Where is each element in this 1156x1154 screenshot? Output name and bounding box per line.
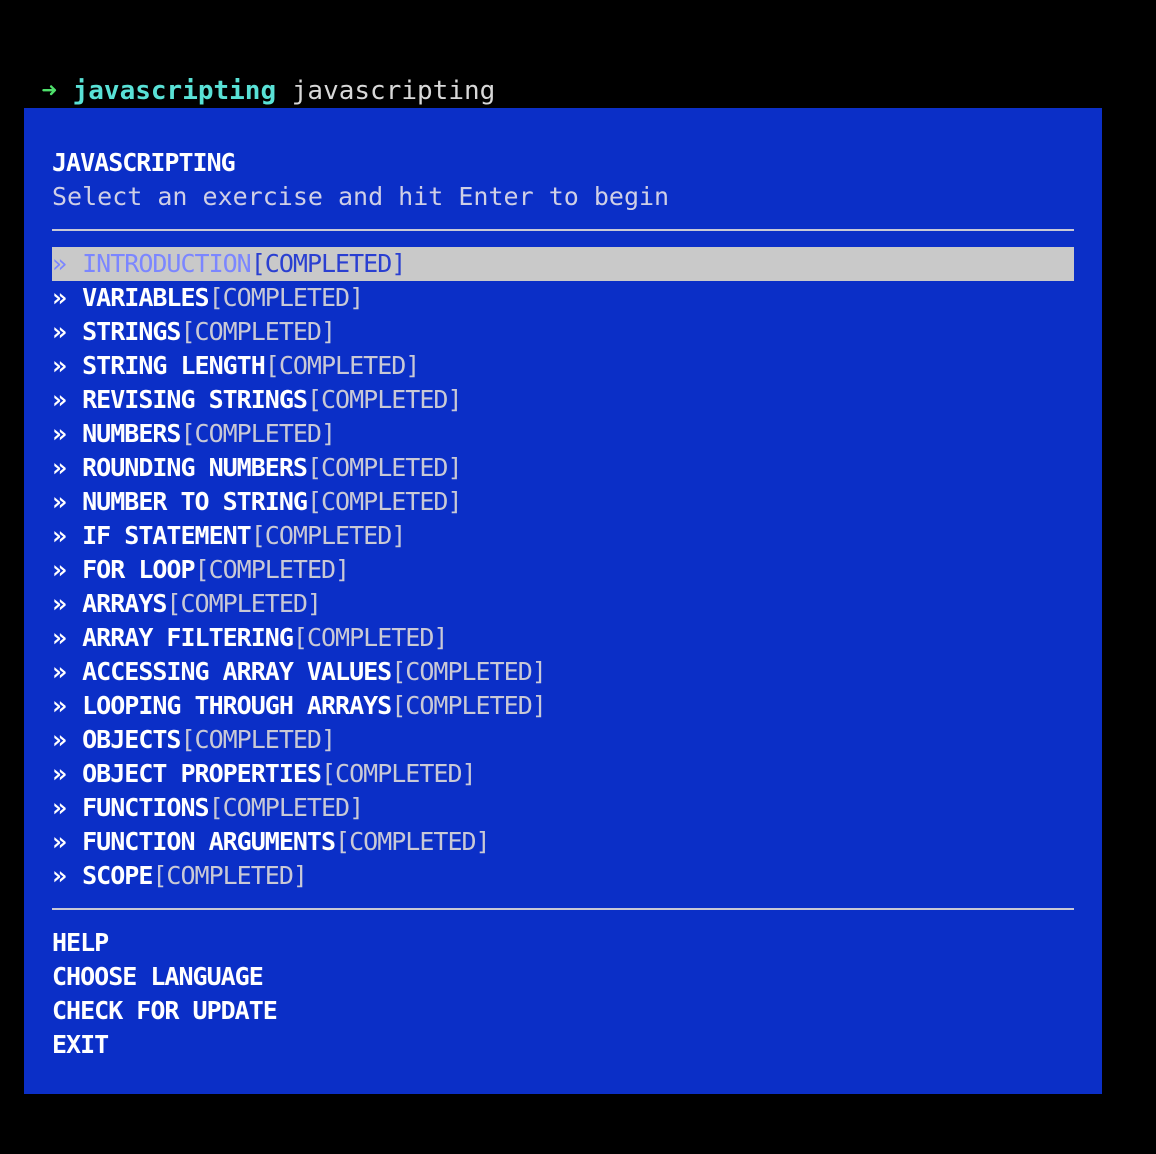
exercise-name: IF STATEMENT bbox=[82, 521, 252, 550]
exercise-item[interactable]: » FOR LOOP[COMPLETED] bbox=[52, 553, 1074, 587]
bullet-icon: » bbox=[52, 759, 83, 788]
exercise-item[interactable]: » REVISING STRINGS[COMPLETED] bbox=[52, 383, 1074, 417]
exercise-item[interactable]: » ARRAY FILTERING[COMPLETED] bbox=[52, 621, 1074, 655]
bullet-icon: » bbox=[52, 283, 83, 312]
exercise-item[interactable]: » INTRODUCTION[COMPLETED] bbox=[52, 247, 1074, 281]
exercise-name: REVISING STRINGS bbox=[82, 385, 308, 414]
menu-subtitle: Select an exercise and hit Enter to begi… bbox=[52, 182, 670, 211]
exercise-status: [COMPLETED] bbox=[194, 555, 351, 584]
menu-title: JAVASCRIPTING bbox=[52, 148, 236, 177]
bullet-icon: » bbox=[52, 419, 83, 448]
bullet-icon: » bbox=[52, 861, 83, 890]
footer-choose-language[interactable]: CHOOSE LANGUAGE bbox=[52, 960, 1074, 994]
footer-check-for-update[interactable]: CHECK FOR UPDATE bbox=[52, 994, 1074, 1028]
bullet-icon: » bbox=[52, 487, 83, 516]
exercise-item[interactable]: » VARIABLES[COMPLETED] bbox=[52, 281, 1074, 315]
exercise-item[interactable]: » LOOPING THROUGH ARRAYS[COMPLETED] bbox=[52, 689, 1074, 723]
exercise-name: INTRODUCTION bbox=[82, 249, 252, 278]
shell-prompt: ➜ javascripting javascripting bbox=[10, 40, 495, 106]
prompt-cwd: javascripting bbox=[72, 76, 277, 106]
exercise-name: OBJECTS bbox=[82, 725, 181, 754]
exercise-item[interactable]: » STRINGS[COMPLETED] bbox=[52, 315, 1074, 349]
bullet-icon: » bbox=[52, 827, 83, 856]
exercise-status: [COMPLETED] bbox=[250, 521, 407, 550]
exercise-name: STRINGS bbox=[82, 317, 181, 346]
top-divider bbox=[52, 229, 1074, 231]
exercise-name: ARRAY FILTERING bbox=[82, 623, 294, 652]
bullet-icon: » bbox=[52, 385, 83, 414]
exercise-status: [COMPLETED] bbox=[391, 691, 547, 720]
exercise-status: [COMPLETED] bbox=[292, 623, 449, 652]
exercise-status: [COMPLETED] bbox=[306, 487, 463, 516]
exercise-name: FUNCTION ARGUMENTS bbox=[82, 827, 336, 856]
exercise-status: [COMPLETED] bbox=[166, 589, 322, 618]
bullet-icon: » bbox=[52, 317, 83, 346]
exercise-status: [COMPLETED] bbox=[180, 317, 336, 346]
exercise-status: [COMPLETED] bbox=[208, 283, 365, 312]
bullet-icon: » bbox=[52, 657, 83, 686]
bullet-icon: » bbox=[52, 793, 83, 822]
exercise-name: ACCESSING ARRAY VALUES bbox=[82, 657, 392, 686]
exercise-status: [COMPLETED] bbox=[180, 725, 336, 754]
exercise-name: FOR LOOP bbox=[82, 555, 195, 584]
exercise-name: VARIABLES bbox=[82, 283, 209, 312]
exercise-item[interactable]: » STRING LENGTH[COMPLETED] bbox=[52, 349, 1074, 383]
exercise-name: FUNCTIONS bbox=[82, 793, 209, 822]
exercise-item[interactable]: » OBJECT PROPERTIES[COMPLETED] bbox=[52, 757, 1074, 791]
exercise-name: LOOPING THROUGH ARRAYS bbox=[82, 691, 392, 720]
exercise-name: ARRAYS bbox=[82, 589, 167, 618]
bullet-icon: » bbox=[52, 623, 83, 652]
exercise-item[interactable]: » ACCESSING ARRAY VALUES[COMPLETED] bbox=[52, 655, 1074, 689]
exercise-status: [COMPLETED] bbox=[306, 453, 463, 482]
exercise-item[interactable]: » IF STATEMENT[COMPLETED] bbox=[52, 519, 1074, 553]
exercise-status: [COMPLETED] bbox=[264, 351, 421, 380]
exercise-name: NUMBER TO STRING bbox=[82, 487, 308, 516]
exercise-name: SCOPE bbox=[82, 861, 153, 890]
bullet-icon: » bbox=[52, 725, 83, 754]
exercise-item[interactable]: » ROUNDING NUMBERS[COMPLETED] bbox=[52, 451, 1074, 485]
bullet-icon: » bbox=[52, 249, 83, 278]
exercise-name: ROUNDING NUMBERS bbox=[82, 453, 308, 482]
menu-content: JAVASCRIPTING Select an exercise and hit… bbox=[52, 146, 1074, 1062]
exercise-status: [COMPLETED] bbox=[250, 249, 407, 278]
bottom-divider bbox=[52, 908, 1074, 910]
exercise-status: [COMPLETED] bbox=[320, 759, 477, 788]
exercise-list: » INTRODUCTION[COMPLETED]» VARIABLES[COM… bbox=[52, 247, 1074, 893]
footer-exit[interactable]: EXIT bbox=[52, 1028, 1074, 1062]
exercise-item[interactable]: » NUMBER TO STRING[COMPLETED] bbox=[52, 485, 1074, 519]
exercise-status: [COMPLETED] bbox=[306, 385, 463, 414]
exercise-status: [COMPLETED] bbox=[152, 861, 308, 890]
bullet-icon: » bbox=[52, 589, 83, 618]
bullet-icon: » bbox=[52, 453, 83, 482]
exercise-item[interactable]: » NUMBERS[COMPLETED] bbox=[52, 417, 1074, 451]
exercise-status: [COMPLETED] bbox=[335, 827, 491, 856]
bullet-icon: » bbox=[52, 555, 83, 584]
exercise-item[interactable]: » FUNCTION ARGUMENTS[COMPLETED] bbox=[52, 825, 1074, 859]
footer-menu: HELP CHOOSE LANGUAGE CHECK FOR UPDATE EXIT bbox=[52, 926, 1074, 1062]
prompt-command: javascripting bbox=[291, 76, 496, 106]
prompt-arrow-icon: ➜ bbox=[41, 76, 57, 106]
bullet-icon: » bbox=[52, 691, 83, 720]
exercise-name: NUMBERS bbox=[82, 419, 181, 448]
exercise-status: [COMPLETED] bbox=[180, 419, 336, 448]
footer-help[interactable]: HELP bbox=[52, 926, 1074, 960]
exercise-status: [COMPLETED] bbox=[208, 793, 365, 822]
exercise-name: OBJECT PROPERTIES bbox=[82, 759, 322, 788]
exercise-status: [COMPLETED] bbox=[391, 657, 547, 686]
exercise-name: STRING LENGTH bbox=[82, 351, 266, 380]
exercise-item[interactable]: » ARRAYS[COMPLETED] bbox=[52, 587, 1074, 621]
exercise-item[interactable]: » OBJECTS[COMPLETED] bbox=[52, 723, 1074, 757]
exercise-menu: JAVASCRIPTING Select an exercise and hit… bbox=[24, 108, 1102, 1094]
exercise-item[interactable]: » FUNCTIONS[COMPLETED] bbox=[52, 791, 1074, 825]
exercise-item[interactable]: » SCOPE[COMPLETED] bbox=[52, 859, 1074, 893]
bullet-icon: » bbox=[52, 351, 83, 380]
bullet-icon: » bbox=[52, 521, 83, 550]
